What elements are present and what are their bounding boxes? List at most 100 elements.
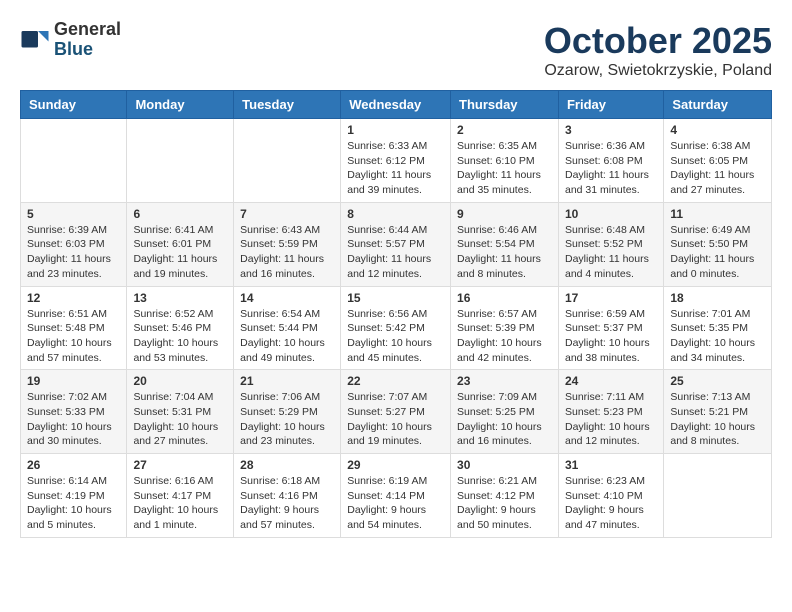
day-info: Sunrise: 6:57 AM Sunset: 5:39 PM Dayligh… [457,307,552,366]
calendar-cell: 8 Sunrise: 6:44 AM Sunset: 5:57 PM Daylig… [341,202,451,286]
calendar-cell: 26Sunrise: 6:14 AM Sunset: 4:19 PM Dayli… [21,454,127,538]
day-number: 31 [565,458,657,472]
day-number: 20 [133,374,227,388]
day-number: 4 [670,123,765,137]
day-info: Sunrise: 6:38 AM Sunset: 6:05 PM Dayligh… [670,139,765,198]
calendar-header-row: SundayMondayTuesdayWednesdayThursdayFrid… [21,91,772,119]
weekday-header-thursday: Thursday [451,91,559,119]
logo-blue-text: Blue [54,40,121,60]
calendar-cell: 28Sunrise: 6:18 AM Sunset: 4:16 PM Dayli… [234,454,341,538]
day-number: 9 [457,207,552,221]
calendar-cell: 30 Sunrise: 6:21 AM Sunset: 4:12 PM Dayli… [451,454,559,538]
calendar-cell [234,119,341,203]
day-info: Sunrise: 7:06 AM Sunset: 5:29 PM Dayligh… [240,390,334,449]
calendar-cell: 21 Sunrise: 7:06 AM Sunset: 5:29 PM Dayli… [234,370,341,454]
day-info: Sunrise: 7:04 AM Sunset: 5:31 PM Dayligh… [133,390,227,449]
calendar-cell: 15Sunrise: 6:56 AM Sunset: 5:42 PM Dayli… [341,286,451,370]
calendar-cell: 7 Sunrise: 6:43 AM Sunset: 5:59 PM Daylig… [234,202,341,286]
calendar-cell: 24 Sunrise: 7:11 AM Sunset: 5:23 PM Dayli… [558,370,663,454]
calendar-week-row: 26Sunrise: 6:14 AM Sunset: 4:19 PM Dayli… [21,454,772,538]
day-number: 19 [27,374,120,388]
day-info: Sunrise: 6:35 AM Sunset: 6:10 PM Dayligh… [457,139,552,198]
calendar-cell: 22 Sunrise: 7:07 AM Sunset: 5:27 PM Dayli… [341,370,451,454]
day-info: Sunrise: 6:51 AM Sunset: 5:48 PM Dayligh… [27,307,120,366]
calendar-cell: 27 Sunrise: 6:16 AM Sunset: 4:17 PM Dayli… [127,454,234,538]
day-info: Sunrise: 6:23 AM Sunset: 4:10 PM Dayligh… [565,474,657,533]
calendar-table: SundayMondayTuesdayWednesdayThursdayFrid… [20,90,772,538]
calendar-cell: 11 Sunrise: 6:49 AM Sunset: 5:50 PM Dayli… [664,202,772,286]
day-info: Sunrise: 7:09 AM Sunset: 5:25 PM Dayligh… [457,390,552,449]
day-number: 15 [347,291,444,305]
day-number: 24 [565,374,657,388]
day-number: 12 [27,291,120,305]
weekday-header-tuesday: Tuesday [234,91,341,119]
title-area: October 2025 Ozarow, Swietokrzyskie, Pol… [544,20,772,80]
calendar-cell: 31 Sunrise: 6:23 AM Sunset: 4:10 PM Dayli… [558,454,663,538]
calendar-cell: 13 Sunrise: 6:52 AM Sunset: 5:46 PM Dayli… [127,286,234,370]
calendar-cell: 19 Sunrise: 7:02 AM Sunset: 5:33 PM Dayli… [21,370,127,454]
calendar-cell: 6Sunrise: 6:41 AM Sunset: 6:01 PM Daylig… [127,202,234,286]
day-number: 14 [240,291,334,305]
calendar-cell: 1Sunrise: 6:33 AM Sunset: 6:12 PM Daylig… [341,119,451,203]
location-text: Ozarow, Swietokrzyskie, Poland [544,62,772,80]
day-number: 16 [457,291,552,305]
calendar-cell: 14Sunrise: 6:54 AM Sunset: 5:44 PM Dayli… [234,286,341,370]
day-number: 5 [27,207,120,221]
day-number: 25 [670,374,765,388]
calendar-cell: 20 Sunrise: 7:04 AM Sunset: 5:31 PM Dayli… [127,370,234,454]
day-number: 18 [670,291,765,305]
day-number: 2 [457,123,552,137]
day-info: Sunrise: 6:14 AM Sunset: 4:19 PM Dayligh… [27,474,120,533]
day-number: 3 [565,123,657,137]
day-info: Sunrise: 6:46 AM Sunset: 5:54 PM Dayligh… [457,223,552,282]
day-number: 8 [347,207,444,221]
weekday-header-saturday: Saturday [664,91,772,119]
calendar-cell: 4 Sunrise: 6:38 AM Sunset: 6:05 PM Daylig… [664,119,772,203]
day-number: 21 [240,374,334,388]
day-number: 7 [240,207,334,221]
calendar-week-row: 1Sunrise: 6:33 AM Sunset: 6:12 PM Daylig… [21,119,772,203]
page-header: General Blue October 2025 Ozarow, Swieto… [20,20,772,80]
day-number: 27 [133,458,227,472]
day-info: Sunrise: 6:39 AM Sunset: 6:03 PM Dayligh… [27,223,120,282]
calendar-cell: 5 Sunrise: 6:39 AM Sunset: 6:03 PM Daylig… [21,202,127,286]
day-info: Sunrise: 7:01 AM Sunset: 5:35 PM Dayligh… [670,307,765,366]
day-number: 30 [457,458,552,472]
day-info: Sunrise: 6:44 AM Sunset: 5:57 PM Dayligh… [347,223,444,282]
day-number: 23 [457,374,552,388]
logo-icon [20,25,50,55]
day-info: Sunrise: 6:43 AM Sunset: 5:59 PM Dayligh… [240,223,334,282]
day-info: Sunrise: 7:13 AM Sunset: 5:21 PM Dayligh… [670,390,765,449]
calendar-week-row: 5 Sunrise: 6:39 AM Sunset: 6:03 PM Daylig… [21,202,772,286]
weekday-header-sunday: Sunday [21,91,127,119]
logo: General Blue [20,20,121,60]
day-info: Sunrise: 6:33 AM Sunset: 6:12 PM Dayligh… [347,139,444,198]
calendar-cell: 29 Sunrise: 6:19 AM Sunset: 4:14 PM Dayli… [341,454,451,538]
day-number: 29 [347,458,444,472]
day-number: 22 [347,374,444,388]
day-number: 28 [240,458,334,472]
calendar-cell: 10Sunrise: 6:48 AM Sunset: 5:52 PM Dayli… [558,202,663,286]
calendar-cell: 12 Sunrise: 6:51 AM Sunset: 5:48 PM Dayli… [21,286,127,370]
day-info: Sunrise: 6:52 AM Sunset: 5:46 PM Dayligh… [133,307,227,366]
day-info: Sunrise: 6:21 AM Sunset: 4:12 PM Dayligh… [457,474,552,533]
day-info: Sunrise: 7:07 AM Sunset: 5:27 PM Dayligh… [347,390,444,449]
day-info: Sunrise: 6:36 AM Sunset: 6:08 PM Dayligh… [565,139,657,198]
calendar-cell: 18 Sunrise: 7:01 AM Sunset: 5:35 PM Dayli… [664,286,772,370]
month-title: October 2025 [544,20,772,62]
calendar-week-row: 12 Sunrise: 6:51 AM Sunset: 5:48 PM Dayli… [21,286,772,370]
day-number: 13 [133,291,227,305]
day-number: 11 [670,207,765,221]
calendar-cell [21,119,127,203]
day-info: Sunrise: 7:11 AM Sunset: 5:23 PM Dayligh… [565,390,657,449]
calendar-cell: 2 Sunrise: 6:35 AM Sunset: 6:10 PM Daylig… [451,119,559,203]
calendar-cell: 16 Sunrise: 6:57 AM Sunset: 5:39 PM Dayli… [451,286,559,370]
calendar-week-row: 19 Sunrise: 7:02 AM Sunset: 5:33 PM Dayli… [21,370,772,454]
day-info: Sunrise: 6:49 AM Sunset: 5:50 PM Dayligh… [670,223,765,282]
day-info: Sunrise: 6:16 AM Sunset: 4:17 PM Dayligh… [133,474,227,533]
calendar-cell: 3 Sunrise: 6:36 AM Sunset: 6:08 PM Daylig… [558,119,663,203]
day-info: Sunrise: 6:48 AM Sunset: 5:52 PM Dayligh… [565,223,657,282]
day-info: Sunrise: 7:02 AM Sunset: 5:33 PM Dayligh… [27,390,120,449]
day-info: Sunrise: 6:19 AM Sunset: 4:14 PM Dayligh… [347,474,444,533]
calendar-cell [127,119,234,203]
